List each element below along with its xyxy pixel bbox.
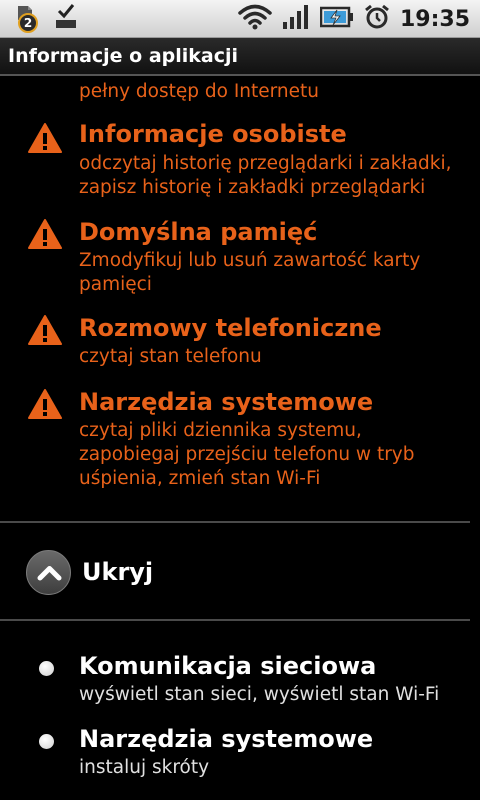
wifi-icon	[238, 4, 272, 34]
hide-label[interactable]: Ukryj	[82, 558, 153, 586]
status-time: 19:35	[399, 6, 470, 32]
permission-title: Rozmowy telefoniczne	[79, 314, 382, 342]
permission-title: Komunikacja sieciowa	[79, 652, 377, 680]
page-title: Informacje o aplikacji	[8, 45, 239, 67]
title-bar: Informacje o aplikacji	[0, 38, 480, 76]
divider	[0, 521, 470, 523]
notification-count: 2	[18, 13, 38, 33]
chevron-up-icon	[37, 566, 62, 581]
permission-desc: pełny dostęp do Internetu	[79, 81, 320, 102]
permission-desc: Zmodyfikuj lub usuń zawartość karty pami…	[79, 250, 421, 295]
permission-desc: wyświetl stan sieci, wyświetl stan Wi-Fi	[79, 684, 440, 705]
battery-charging-icon	[319, 4, 354, 34]
permission-title: Domyślna pamięć	[79, 218, 318, 246]
permission-title: Narzędzia systemowe	[79, 388, 374, 416]
permission-desc: czytaj stan telefonu	[79, 346, 262, 367]
divider	[0, 619, 470, 621]
hide-toggle[interactable]: Ukryj	[0, 550, 480, 600]
warning-icon	[28, 389, 62, 419]
status-bar: 2 19:35	[0, 0, 480, 38]
signal-icon	[282, 4, 310, 34]
notification-badge-icon[interactable]: 2	[14, 4, 40, 34]
permission-desc: czytaj pliki dziennika systemu, zapobieg…	[79, 420, 415, 489]
permission-desc: instaluj skróty	[79, 757, 210, 778]
warning-icon	[28, 219, 62, 249]
alarm-icon	[364, 4, 390, 34]
bullet-icon	[39, 661, 54, 676]
permission-title: Narzędzia systemowe	[79, 725, 374, 753]
warning-icon	[28, 123, 62, 153]
warning-icon	[28, 315, 62, 345]
permission-title: Informacje osobiste	[79, 120, 347, 148]
permission-desc: odczytaj historię przeglądarki i zakładk…	[79, 153, 452, 198]
permissions-list[interactable]: pełny dostęp do Internetu Informacje oso…	[0, 78, 480, 800]
bullet-icon	[39, 734, 54, 749]
chevron-up-button[interactable]	[26, 550, 71, 595]
download-complete-icon[interactable]	[54, 2, 78, 36]
